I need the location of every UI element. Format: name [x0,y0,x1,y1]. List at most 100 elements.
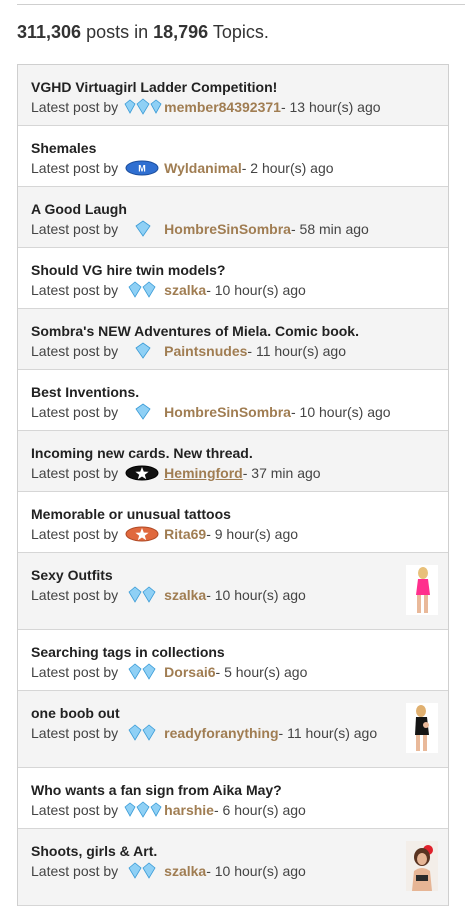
post-time: - 11 hour(s) ago [278,725,378,741]
post-time: - 11 hour(s) ago [247,343,346,359]
topic-title-link[interactable]: Incoming new cards. New thread. [31,445,253,461]
topic-row[interactable]: Should VG hire twin models? Latest post … [18,248,448,309]
author-link[interactable]: szalka [164,863,206,879]
latest-post-line: Latest post by Rita69 - 9 hour(s) ago [31,525,298,543]
topic-title-link[interactable]: Shoots, girls & Art. [31,843,157,859]
author-link[interactable]: Rita69 [164,526,206,542]
author-link[interactable]: szalka [164,587,206,603]
topic-title-link[interactable]: one boob out [31,705,120,721]
diamond-icon [124,342,162,360]
topic-row[interactable]: Sombra's NEW Adventures of Miela. Comic … [18,309,448,370]
author-link[interactable]: readyforanything [164,725,278,741]
topic-row[interactable]: Memorable or unusual tattoos Latest post… [18,492,448,553]
topics-count: 18,796 [153,22,209,42]
orange-star-badge-icon [124,525,162,543]
topic-title-link[interactable]: Should VG hire twin models? [31,262,225,278]
topic-thumbnail-image[interactable] [406,565,438,615]
topic-row[interactable]: Searching tags in collections Latest pos… [18,630,448,691]
post-time: - 10 hour(s) ago [290,404,391,420]
topic-thumbnail-image[interactable] [406,841,438,891]
author-link[interactable]: szalka [164,282,206,298]
double-diamond-icon [124,724,162,742]
posts-count: 311,306 [17,22,82,42]
latest-post-line: Latest post by member84392371 - 13 hour(… [31,98,381,116]
latest-post-label: Latest post by [31,404,119,420]
forum-stats: 311,306 posts in 18,796 Topics. [17,22,269,43]
blue-oval-badge-icon: M [124,159,162,177]
topics-word: Topics. [208,22,269,42]
topic-title-link[interactable]: Best Inventions. [31,384,139,400]
topic-title-link[interactable]: Memorable or unusual tattoos [31,506,231,522]
latest-post-label: Latest post by [31,343,119,359]
double-diamond-icon [124,586,162,604]
latest-post-label: Latest post by [31,99,119,115]
latest-post-label: Latest post by [31,526,119,542]
topic-row[interactable]: A Good Laugh Latest post by HombreSinSom… [18,187,448,248]
post-time: - 6 hour(s) ago [213,802,306,818]
topic-row[interactable]: Shoots, girls & Art. Latest post by szal… [18,829,448,906]
topic-list: VGHD Virtuagirl Ladder Competition! Late… [17,64,449,906]
post-time: - 10 hour(s) ago [206,282,306,298]
latest-post-line: Latest post by harshie - 6 hour(s) ago [31,801,306,819]
topic-title-link[interactable]: Sombra's NEW Adventures of Miela. Comic … [31,323,359,339]
author-link[interactable]: Dorsai6 [164,664,215,680]
author-link[interactable]: HombreSinSombra [164,404,291,420]
topic-title-link[interactable]: Searching tags in collections [31,644,225,660]
topic-row[interactable]: Who wants a fan sign from Aika May? Late… [18,768,448,829]
triple-diamond-icon [124,801,162,819]
latest-post-label: Latest post by [31,465,119,481]
topic-row[interactable]: one boob out Latest post by readyforanyt… [18,691,448,768]
double-diamond-icon [124,663,162,681]
author-link[interactable]: Paintsnudes [164,343,247,359]
post-time: - 37 min ago [242,465,321,481]
latest-post-label: Latest post by [31,587,119,603]
topic-title-link[interactable]: VGHD Virtuagirl Ladder Competition! [31,79,277,95]
diamond-icon [124,220,162,238]
latest-post-label: Latest post by [31,221,119,237]
diamond-icon [124,403,162,421]
posts-word: posts in [81,22,154,42]
latest-post-label: Latest post by [31,282,119,298]
latest-post-line: Latest post by HombreSinSombra - 10 hour… [31,403,391,421]
latest-post-line: Latest post by szalka - 10 hour(s) ago [31,281,306,299]
author-link[interactable]: harshie [164,802,214,818]
svg-text:M: M [138,164,146,174]
topic-row[interactable]: Incoming new cards. New thread. Latest p… [18,431,448,492]
top-divider [17,4,465,5]
latest-post-label: Latest post by [31,664,119,680]
topic-title-link[interactable]: Sexy Outfits [31,567,113,583]
author-link[interactable]: member84392371 [164,99,281,115]
triple-diamond-icon [124,98,162,116]
post-time: - 13 hour(s) ago [280,99,381,115]
topic-row[interactable]: Sexy Outfits Latest post by szalka - 10 … [18,553,448,630]
topic-row[interactable]: VGHD Virtuagirl Ladder Competition! Late… [18,65,448,126]
black-star-badge-icon [124,464,162,482]
latest-post-label: Latest post by [31,863,119,879]
latest-post-line: Latest post by HombreSinSombra - 58 min … [31,220,369,238]
author-link[interactable]: Hemingford [164,465,243,481]
latest-post-line: Latest post by szalka - 10 hour(s) ago [31,862,306,880]
post-time: - 9 hour(s) ago [206,526,299,542]
topic-row[interactable]: Best Inventions. Latest post by HombreSi… [18,370,448,431]
latest-post-label: Latest post by [31,802,119,818]
topic-row[interactable]: Shemales Latest post by M Wyldanimal - 2… [18,126,448,187]
topic-thumbnail-image[interactable] [406,703,438,753]
double-diamond-icon [124,281,162,299]
latest-post-label: Latest post by [31,725,119,741]
author-link[interactable]: HombreSinSombra [164,221,291,237]
latest-post-line: Latest post by M Wyldanimal - 2 hour(s) … [31,159,334,177]
topic-title-link[interactable]: A Good Laugh [31,201,127,217]
post-time: - 10 hour(s) ago [206,863,306,879]
author-link[interactable]: Wyldanimal [164,160,242,176]
post-time: - 58 min ago [290,221,369,237]
topic-title-link[interactable]: Shemales [31,140,96,156]
latest-post-line: Latest post by szalka - 10 hour(s) ago [31,586,306,604]
topic-title-link[interactable]: Who wants a fan sign from Aika May? [31,782,282,798]
post-time: - 2 hour(s) ago [241,160,334,176]
latest-post-line: Latest post by readyforanything - 11 hou… [31,724,377,742]
latest-post-line: Latest post by Paintsnudes - 11 hour(s) … [31,342,346,360]
latest-post-line: Latest post by Hemingford - 37 min ago [31,464,321,482]
double-diamond-icon [124,862,162,880]
post-time: - 5 hour(s) ago [215,664,308,680]
latest-post-label: Latest post by [31,160,119,176]
